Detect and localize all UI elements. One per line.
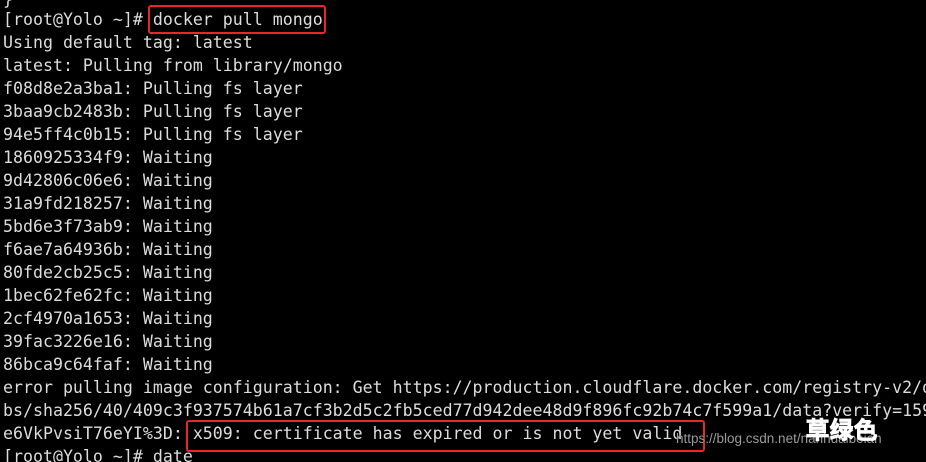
terminal-line-layer: 94e5ff4c0b15: Pulling fs layer (3, 125, 303, 144)
terminal-line-layer: f6ae7a64936b: Waiting (3, 240, 213, 259)
terminal-line-layer: 5bd6e3f73ab9: Waiting (3, 217, 213, 236)
terminal-line-layer: 9d42806c06e6: Waiting (3, 171, 213, 190)
command-highlight-box (148, 5, 326, 34)
terminal-line-layer: 86bca9c64faf: Waiting (3, 355, 213, 374)
terminal-line-layer: 39fac3226e16: Waiting (3, 332, 213, 351)
terminal-line-error: error pulling image configuration: Get h… (3, 378, 926, 397)
terminal-line-layer: 80fde2cb25c5: Waiting (3, 263, 213, 282)
error-highlight-box (186, 420, 705, 452)
terminal-line-layer: 2cf4970a1653: Waiting (3, 309, 213, 328)
terminal-line-layer: f08d8e2a3ba1: Pulling fs layer (3, 79, 303, 98)
terminal-line-prompt: [root@Yolo ~]# date (3, 447, 193, 462)
terminal-line-layer: 31a9fd218257: Waiting (3, 194, 213, 213)
terminal-line-layer: 3baa9cb2483b: Pulling fs layer (3, 102, 303, 121)
watermark-logo: 草绿色 (806, 418, 878, 445)
terminal-line-layer: 1bec62fe62fc: Waiting (3, 286, 213, 305)
terminal-line-error: bs/sha256/40/409c3f937574b61a7cf3b2d5c2f… (3, 401, 926, 420)
terminal-line: Using default tag: latest (3, 33, 253, 52)
terminal-window[interactable]: } [root@Yolo ~]# docker pull mongo Using… (0, 0, 926, 462)
terminal-line: latest: Pulling from library/mongo (3, 56, 343, 75)
terminal-line-layer: 1860925334f9: Waiting (3, 148, 213, 167)
